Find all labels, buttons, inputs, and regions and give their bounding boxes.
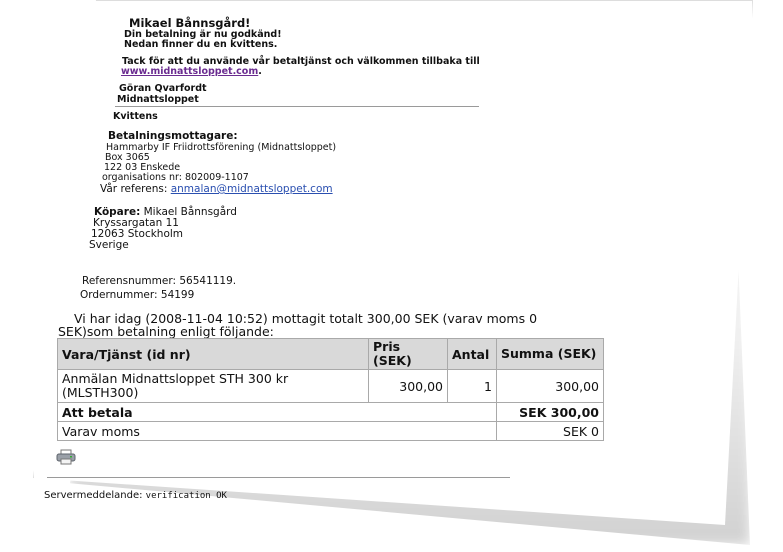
- table-row: Anmälan Midnattsloppet STH 300 kr (MLSTH…: [57, 369, 604, 403]
- signature-org: Midnattsloppet: [117, 94, 199, 105]
- order-number: Ordernummer: 54199: [80, 289, 195, 301]
- header-item: Vara/Tjänst (id nr): [57, 338, 369, 370]
- page-stage: Mikael Bånnsgård! Din betalning är nu go…: [0, 0, 783, 552]
- recipient-ref-email-link[interactable]: anmalan@midnattsloppet.com: [171, 183, 333, 195]
- vat-value: SEK 0: [496, 421, 604, 441]
- server-message-line: Servermeddelande: verification OK: [44, 490, 227, 502]
- server-label: Servermeddelande:: [44, 490, 143, 501]
- total-row: Att betala SEK 300,00: [57, 402, 604, 422]
- receipt-title: Kvittens: [113, 111, 158, 122]
- greeting-line-2: Nedan finner du en kvittens.: [124, 39, 278, 50]
- server-message: verification OK: [145, 491, 227, 501]
- greeting-name: Mikael Bånnsgård!: [129, 16, 251, 30]
- row-price: 300,00: [368, 369, 448, 403]
- divider-top: [115, 106, 479, 107]
- thanks-link-suffix: .: [258, 66, 262, 77]
- buyer-line-3: Sverige: [89, 239, 129, 251]
- total-label: Att betala: [57, 402, 497, 422]
- header-qty: Antal: [447, 338, 497, 370]
- row-sum: 300,00: [496, 369, 604, 403]
- intro-line-2: SEK)som betalning enligt följande:: [58, 324, 274, 339]
- row-item: Anmälan Midnattsloppet STH 300 kr (MLSTH…: [57, 369, 369, 403]
- receipt-document: Mikael Bånnsgård! Din betalning är nu go…: [0, 0, 783, 552]
- reference-number: Referensnummer: 56541119.: [82, 275, 237, 287]
- recipient-reference: Vår referens: anmalan@midnattsloppet.com: [100, 183, 333, 195]
- recipient-ref-label: Vår referens:: [100, 183, 168, 195]
- divider-bottom: [47, 477, 510, 478]
- header-price: Pris (SEK): [368, 338, 448, 370]
- receipt-table: Vara/Tjänst (id nr) Pris (SEK) Antal Sum…: [57, 338, 604, 441]
- table-header-row: Vara/Tjänst (id nr) Pris (SEK) Antal Sum…: [57, 338, 604, 370]
- total-value: SEK 300,00: [496, 402, 604, 422]
- recipient-line-4: organisations nr: 802009-1107: [102, 172, 249, 183]
- row-qty: 1: [447, 369, 497, 403]
- signature-name: Göran Qvarfordt: [119, 83, 207, 94]
- midnattsloppet-link[interactable]: www.midnattsloppet.com: [121, 66, 258, 77]
- vat-row: Varav moms SEK 0: [57, 421, 604, 441]
- thanks-link-line: www.midnattsloppet.com.: [121, 66, 262, 77]
- recipient-heading: Betalningsmottagare:: [108, 130, 238, 142]
- printer-icon[interactable]: [55, 449, 77, 465]
- vat-label: Varav moms: [57, 421, 497, 441]
- header-sum: Summa (SEK): [496, 338, 604, 370]
